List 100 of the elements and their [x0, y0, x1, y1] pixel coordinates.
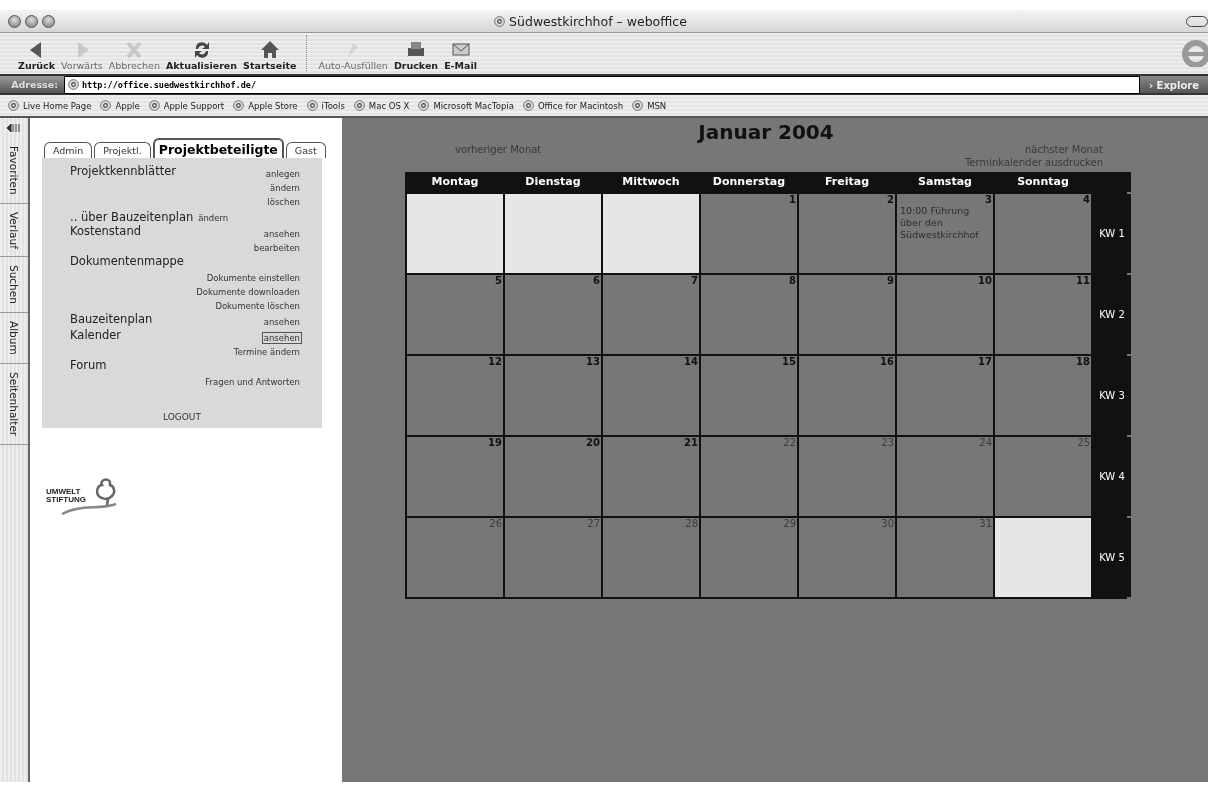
menu-link[interactable]: Dokumente löschen: [213, 300, 302, 312]
toolbar-button[interactable]: Startseite: [243, 39, 297, 71]
menu-link[interactable]: Fragen und Antworten: [203, 376, 302, 388]
menu-link[interactable]: Dokumente einstellen: [204, 272, 302, 284]
week-number: KW 3: [1099, 390, 1125, 401]
toolbar-button[interactable]: Zurück: [18, 39, 56, 71]
minimize-button[interactable]: [25, 14, 38, 28]
favorite-link[interactable]: Live Home Page: [8, 100, 92, 111]
menu-link[interactable]: ansehen: [261, 316, 302, 328]
day-number: 4: [1083, 194, 1091, 205]
day-number: 29: [783, 518, 797, 529]
day-number: 16: [880, 356, 895, 367]
side-tab[interactable]: Suchen: [0, 257, 28, 314]
day-cell[interactable]: 2: [799, 194, 895, 273]
toolbar-button[interactable]: Aktualisieren: [165, 39, 238, 71]
day-cell[interactable]: 21: [603, 437, 699, 516]
go-button[interactable]: › Explore: [1140, 76, 1208, 93]
month-title: Januar 2004: [696, 120, 835, 144]
section-title: Kalender: [70, 328, 122, 342]
favorite-link[interactable]: Microsoft MacTopia: [418, 100, 514, 111]
side-tab[interactable]: Favoriten: [0, 138, 28, 204]
day-cell[interactable]: 3 10:00 Führung über den Südwestkirchhof: [897, 194, 993, 273]
day-cell[interactable]: 23: [799, 437, 895, 516]
panel-toggle-icon[interactable]: [6, 122, 20, 134]
next-month-link[interactable]: nächster Monat: [1025, 144, 1103, 155]
day-cell[interactable]: 26: [407, 518, 503, 597]
day-number: 11: [1076, 275, 1091, 286]
at-icon: [8, 100, 19, 111]
favorite-link[interactable]: Office for Macintosh: [522, 100, 624, 111]
day-cell[interactable]: 13: [505, 356, 601, 435]
event-text[interactable]: 10:00 Führung über den Südwestkirchhof: [897, 205, 993, 241]
menu-link[interactable]: löschen: [265, 196, 302, 208]
side-tab[interactable]: Verlauf: [0, 203, 28, 258]
menu-link[interactable]: ansehen: [261, 332, 302, 344]
at-icon: [418, 100, 430, 111]
day-number: 19: [488, 437, 503, 448]
day-cell[interactable]: 14: [603, 356, 699, 435]
day-cell[interactable]: 8: [701, 275, 797, 354]
day-cell[interactable]: 17: [897, 356, 993, 435]
day-cell[interactable]: 10: [897, 275, 993, 354]
day-cell[interactable]: 9: [799, 275, 895, 354]
toolbar-button[interactable]: E-Mail: [444, 39, 477, 71]
toolbar-button[interactable]: Drucken: [393, 39, 439, 71]
side-tab[interactable]: Album: [0, 313, 28, 364]
day-cell[interactable]: 11: [995, 275, 1091, 354]
home-icon: [259, 39, 280, 59]
address-field[interactable]: http://office.suedwestkirchhof.de/: [64, 75, 1140, 94]
print-calendar-link[interactable]: Terminkalender ausdrucken: [964, 157, 1103, 168]
day-cell[interactable]: 4: [995, 194, 1091, 273]
tab[interactable]: Projektbeteiligte: [152, 138, 284, 158]
tab[interactable]: Projektl.: [94, 142, 151, 158]
favorite-link[interactable]: Apple: [100, 100, 140, 111]
day-cell[interactable]: 7: [603, 275, 699, 354]
day-cell[interactable]: 25: [995, 437, 1091, 516]
day-cell[interactable]: 15: [701, 356, 797, 435]
menu-link[interactable]: ändern: [268, 182, 302, 194]
menu-link[interactable]: bearbeiten: [251, 242, 302, 254]
day-cell[interactable]: 1: [701, 194, 797, 273]
favorite-link[interactable]: MSN: [632, 100, 667, 111]
week-number: KW 5: [1099, 552, 1125, 563]
zoom-button[interactable]: [42, 14, 55, 28]
day-number: 27: [587, 518, 601, 529]
favorite-link[interactable]: Mac OS X: [353, 100, 410, 111]
day-cell[interactable]: 20: [505, 437, 601, 516]
at-icon: [100, 100, 112, 111]
favorite-link[interactable]: iTools: [306, 100, 345, 111]
day-cell[interactable]: 5: [407, 275, 503, 354]
tab[interactable]: Gast: [285, 142, 326, 158]
menu-link[interactable]: ändern: [196, 212, 231, 224]
menu-link[interactable]: ansehen: [261, 228, 302, 240]
day-cell[interactable]: 30: [799, 518, 895, 597]
day-cell[interactable]: 16: [799, 356, 895, 435]
day-cell[interactable]: 28: [603, 518, 699, 597]
day-number: 28: [685, 518, 699, 529]
at-icon: [148, 100, 160, 111]
day-number: 20: [586, 437, 601, 448]
day-cell[interactable]: 24: [897, 437, 993, 516]
day-number: 10: [978, 275, 993, 286]
favorite-link[interactable]: Apple Support: [148, 100, 225, 111]
day-cell[interactable]: 6: [505, 275, 601, 354]
day-cell[interactable]: 31: [897, 518, 993, 597]
logout-link[interactable]: LOGOUT: [42, 406, 322, 422]
menu-link[interactable]: Dokumente downloaden: [194, 286, 302, 298]
close-button[interactable]: [8, 14, 21, 28]
day-cell[interactable]: 12: [407, 356, 503, 435]
section-title: Kostenstand: [70, 224, 141, 238]
day-cell[interactable]: 19: [407, 437, 503, 516]
tab[interactable]: Admin: [44, 142, 93, 158]
day-cell[interactable]: 18: [995, 356, 1091, 435]
side-tab[interactable]: Seitenhalter: [0, 364, 28, 446]
day-cell[interactable]: 27: [505, 518, 601, 597]
menu-link[interactable]: Termine ändern: [231, 346, 302, 358]
day-number: 17: [978, 356, 993, 367]
day-cell[interactable]: 22: [701, 437, 797, 516]
favorite-link[interactable]: Apple Store: [233, 100, 298, 111]
day-cell[interactable]: 29: [701, 518, 797, 597]
section-title: Projektkennblätter: [70, 164, 176, 178]
at-icon: [522, 100, 534, 111]
previous-month-link[interactable]: vorheriger Monat: [455, 144, 542, 155]
menu-link[interactable]: anlegen: [263, 168, 302, 180]
